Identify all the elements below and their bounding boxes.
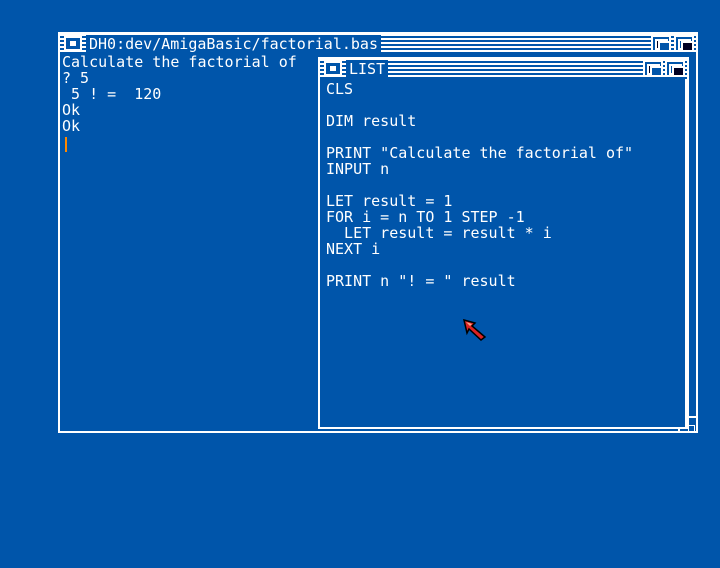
depth-back-icon[interactable] <box>651 35 671 52</box>
close-icon[interactable] <box>324 61 342 76</box>
code-line: CLS <box>326 80 354 98</box>
code-line: INPUT n <box>326 160 390 178</box>
code-line: FOR i = n TO 1 STEP -1 <box>326 208 525 226</box>
code-listing[interactable]: CLS DIM result PRINT "Calculate the fact… <box>326 81 685 425</box>
close-icon[interactable] <box>64 36 82 51</box>
code-line: LET result = 1 <box>326 192 453 210</box>
depth-front-icon[interactable] <box>674 35 694 52</box>
output-window-title: DH0:dev/AmigaBasic/factorial.bas <box>86 35 381 53</box>
depth-back-icon[interactable] <box>643 60 663 77</box>
mouse-pointer-icon <box>463 319 487 341</box>
code-line: LET result = result * i <box>326 224 552 242</box>
list-window[interactable]: LIST CLS DIM result PRINT "Calculate the… <box>318 57 689 429</box>
list-window-border <box>685 79 689 427</box>
output-window-titlebar[interactable]: DH0:dev/AmigaBasic/factorial.bas <box>60 34 696 54</box>
depth-front-icon[interactable] <box>665 60 685 77</box>
code-line: NEXT i <box>326 240 381 258</box>
list-window-title: LIST <box>346 60 389 78</box>
text-cursor <box>65 137 67 152</box>
code-line: PRINT n "! = " result <box>326 272 516 290</box>
code-line: DIM result <box>326 112 417 130</box>
list-window-titlebar[interactable]: LIST <box>320 59 687 79</box>
code-line: PRINT "Calculate the factorial of" <box>326 144 634 162</box>
